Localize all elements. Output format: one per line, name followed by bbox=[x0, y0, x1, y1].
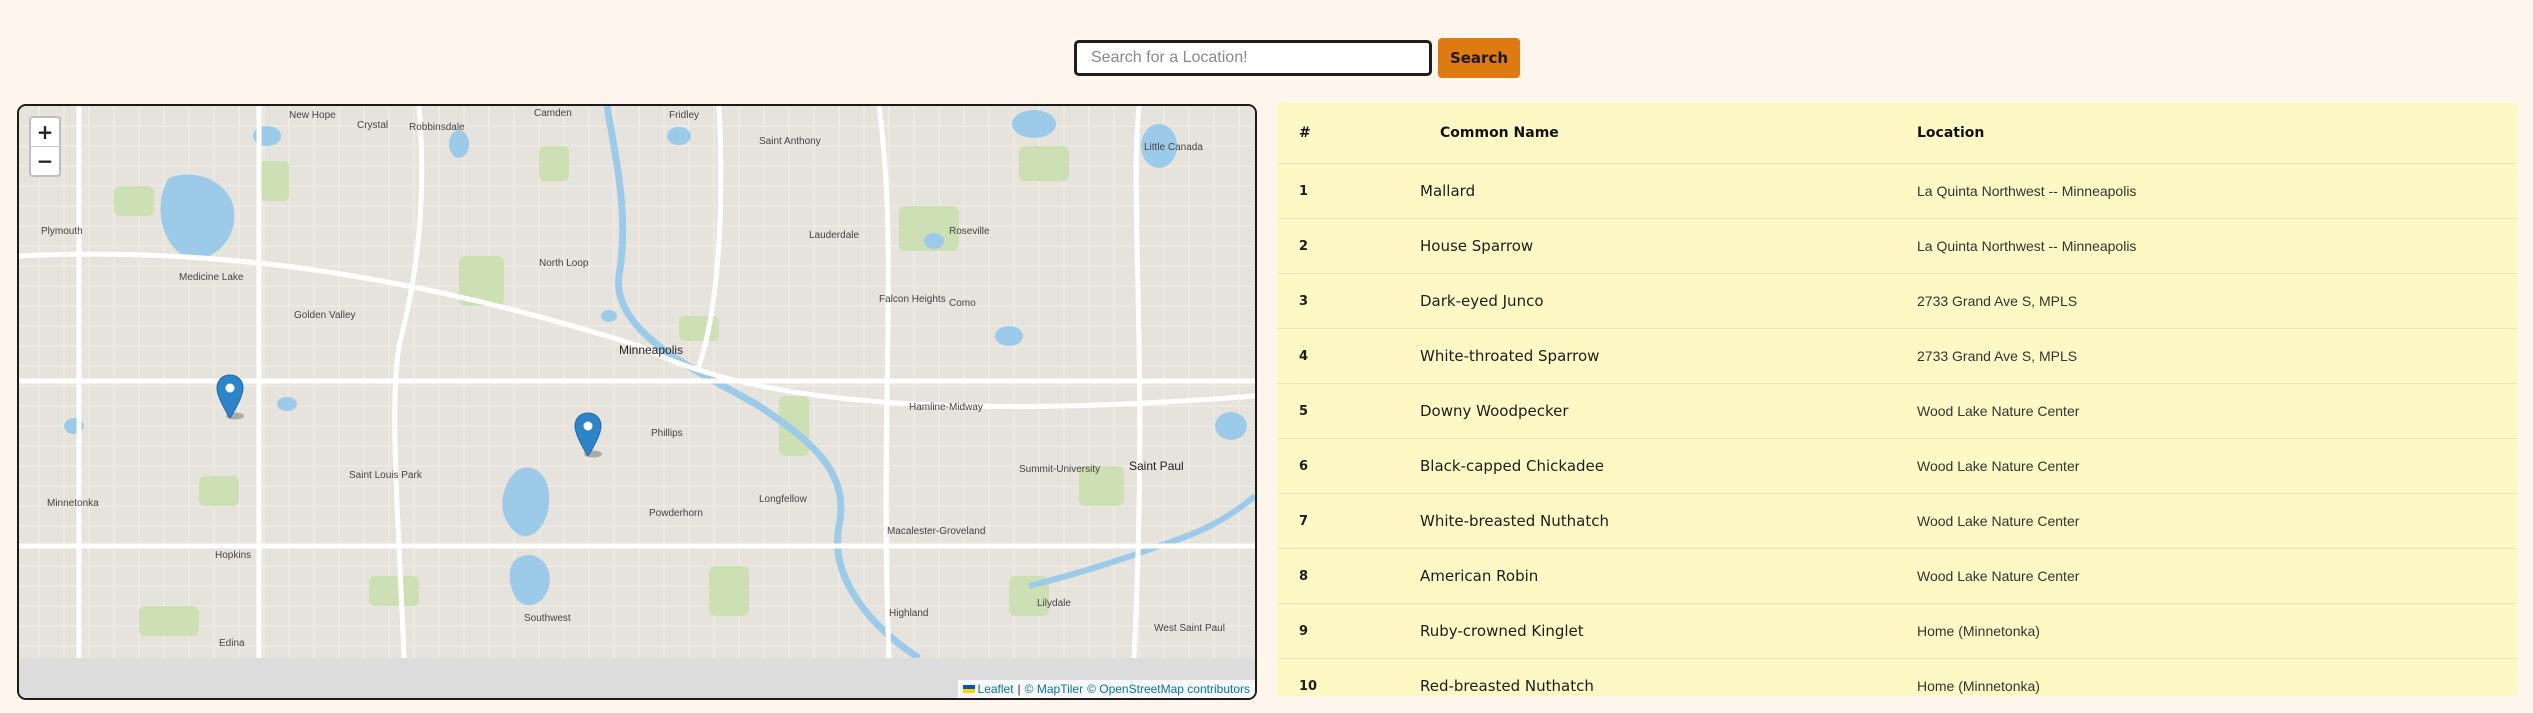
row-location: Wood Lake Nature Center bbox=[1916, 548, 2517, 604]
row-common-name: Downy Woodpecker bbox=[1420, 383, 1916, 439]
osm-link[interactable]: © OpenStreetMap contributors bbox=[1087, 680, 1250, 698]
zoom-control: + − bbox=[29, 116, 61, 177]
label-highland: Highland bbox=[889, 608, 928, 619]
row-common-name: White-throated Sparrow bbox=[1420, 328, 1916, 384]
label-hopkins: Hopkins bbox=[215, 550, 251, 561]
maptiler-link[interactable]: © MapTiler bbox=[1025, 680, 1083, 698]
row-location: 2733 Grand Ave S, MPLS bbox=[1916, 328, 2517, 384]
label-new-hope: New Hope bbox=[289, 110, 336, 121]
search-button[interactable]: Search bbox=[1438, 38, 1520, 78]
label-powderhorn: Powderhorn bbox=[649, 508, 703, 519]
row-num: 8 bbox=[1277, 548, 1420, 604]
label-longfellow: Longfellow bbox=[759, 494, 808, 505]
row-num: 10 bbox=[1277, 658, 1420, 696]
row-location: Wood Lake Nature Center bbox=[1916, 493, 2517, 549]
label-minnetonka: Minnetonka bbox=[47, 498, 99, 509]
row-location: La Quinta Northwest -- Minneapolis bbox=[1916, 163, 2517, 219]
label-hamline-midway: Hamline-Midway bbox=[909, 402, 983, 413]
row-common-name: Mallard bbox=[1420, 163, 1916, 219]
table-row[interactable]: 6 Black-capped Chickadee Wood Lake Natur… bbox=[1277, 438, 2517, 494]
ukraine-flag-icon bbox=[962, 685, 975, 693]
row-location: Home (Minnetonka) bbox=[1916, 658, 2517, 696]
map-pin-icon bbox=[216, 374, 244, 420]
search-input[interactable] bbox=[1074, 40, 1432, 76]
sightings-table: # Common Name Location 1 Mallard La Quin… bbox=[1277, 103, 2517, 696]
row-location: La Quinta Northwest -- Minneapolis bbox=[1916, 218, 2517, 274]
row-common-name: Black-capped Chickadee bbox=[1420, 438, 1916, 494]
label-robbinsdale: Robbinsdale bbox=[409, 122, 465, 133]
label-camden: Camden bbox=[534, 108, 572, 119]
map-marker-2[interactable] bbox=[573, 412, 603, 458]
row-num: 4 bbox=[1277, 328, 1420, 384]
search-bar: Search bbox=[1074, 38, 1520, 78]
header-common-name: Common Name bbox=[1420, 103, 1916, 164]
map-container[interactable]: New Hope Crystal Robbinsdale Camden Frid… bbox=[17, 104, 1257, 700]
label-phillips: Phillips bbox=[651, 428, 683, 439]
header-location: Location bbox=[1916, 103, 2517, 164]
label-west-saint-paul: West Saint Paul bbox=[1154, 623, 1225, 634]
row-num: 7 bbox=[1277, 493, 1420, 549]
zoom-out-button[interactable]: − bbox=[31, 146, 59, 175]
row-location: Home (Minnetonka) bbox=[1916, 603, 2517, 659]
map-tiles[interactable]: New Hope Crystal Robbinsdale Camden Frid… bbox=[19, 106, 1255, 658]
row-num: 6 bbox=[1277, 438, 1420, 494]
label-plymouth: Plymouth bbox=[41, 226, 83, 237]
sightings-panel: # Common Name Location 1 Mallard La Quin… bbox=[1277, 103, 2517, 696]
label-lilydale: Lilydale bbox=[1037, 598, 1071, 609]
row-location: 2733 Grand Ave S, MPLS bbox=[1916, 273, 2517, 329]
row-num: 2 bbox=[1277, 218, 1420, 274]
table-row[interactable]: 8 American Robin Wood Lake Nature Center bbox=[1277, 548, 2517, 604]
label-fridley: Fridley bbox=[669, 110, 699, 121]
attribution-separator: | bbox=[1017, 682, 1021, 696]
row-num: 9 bbox=[1277, 603, 1420, 659]
label-southwest: Southwest bbox=[524, 613, 571, 624]
table-header-row: # Common Name Location bbox=[1277, 103, 2517, 164]
row-location: Wood Lake Nature Center bbox=[1916, 438, 2517, 494]
label-little-canada: Little Canada bbox=[1144, 142, 1203, 153]
map-attribution: Leaflet | © MapTiler © OpenStreetMap con… bbox=[957, 680, 1255, 698]
map-pin-icon bbox=[574, 412, 602, 458]
table-row[interactable]: 2 House Sparrow La Quinta Northwest -- M… bbox=[1277, 218, 2517, 274]
label-edina: Edina bbox=[219, 638, 245, 649]
label-medicine-lake: Medicine Lake bbox=[179, 272, 244, 283]
map-marker-1[interactable] bbox=[215, 374, 245, 420]
label-saint-anthony: Saint Anthony bbox=[759, 136, 821, 147]
zoom-in-button[interactable]: + bbox=[31, 118, 59, 146]
label-north-loop: North Loop bbox=[539, 258, 589, 269]
label-saint-paul: Saint Paul bbox=[1129, 459, 1184, 473]
label-como: Como bbox=[949, 298, 976, 309]
row-common-name: Ruby-crowned Kinglet bbox=[1420, 603, 1916, 659]
row-common-name: American Robin bbox=[1420, 548, 1916, 604]
table-row[interactable]: 10 Red-breasted Nuthatch Home (Minnetonk… bbox=[1277, 658, 2517, 696]
table-row[interactable]: 3 Dark-eyed Junco 2733 Grand Ave S, MPLS bbox=[1277, 273, 2517, 329]
row-common-name: Dark-eyed Junco bbox=[1420, 273, 1916, 329]
header-num: # bbox=[1277, 103, 1420, 164]
label-saint-louis-park: Saint Louis Park bbox=[349, 470, 423, 481]
label-summit-university: Summit-University bbox=[1019, 464, 1100, 475]
table-row[interactable]: 7 White-breasted Nuthatch Wood Lake Natu… bbox=[1277, 493, 2517, 549]
row-num: 1 bbox=[1277, 163, 1420, 219]
table-row[interactable]: 4 White-throated Sparrow 2733 Grand Ave … bbox=[1277, 328, 2517, 384]
label-roseville: Roseville bbox=[949, 226, 990, 237]
table-row[interactable]: 1 Mallard La Quinta Northwest -- Minneap… bbox=[1277, 163, 2517, 219]
row-num: 5 bbox=[1277, 383, 1420, 439]
label-crystal: Crystal bbox=[357, 120, 388, 131]
table-row[interactable]: 9 Ruby-crowned Kinglet Home (Minnetonka) bbox=[1277, 603, 2517, 659]
row-common-name: Red-breasted Nuthatch bbox=[1420, 658, 1916, 696]
label-lauderdale: Lauderdale bbox=[809, 230, 859, 241]
leaflet-link[interactable]: Leaflet bbox=[978, 680, 1014, 698]
table-row[interactable]: 5 Downy Woodpecker Wood Lake Nature Cent… bbox=[1277, 383, 2517, 439]
row-common-name: House Sparrow bbox=[1420, 218, 1916, 274]
row-num: 3 bbox=[1277, 273, 1420, 329]
label-falcon-heights: Falcon Heights bbox=[879, 294, 946, 305]
label-minneapolis: Minneapolis bbox=[619, 343, 683, 357]
row-common-name: White-breasted Nuthatch bbox=[1420, 493, 1916, 549]
label-macalester-groveland: Macalester-Groveland bbox=[887, 526, 985, 537]
row-location: Wood Lake Nature Center bbox=[1916, 383, 2517, 439]
label-golden-valley: Golden Valley bbox=[294, 310, 356, 321]
